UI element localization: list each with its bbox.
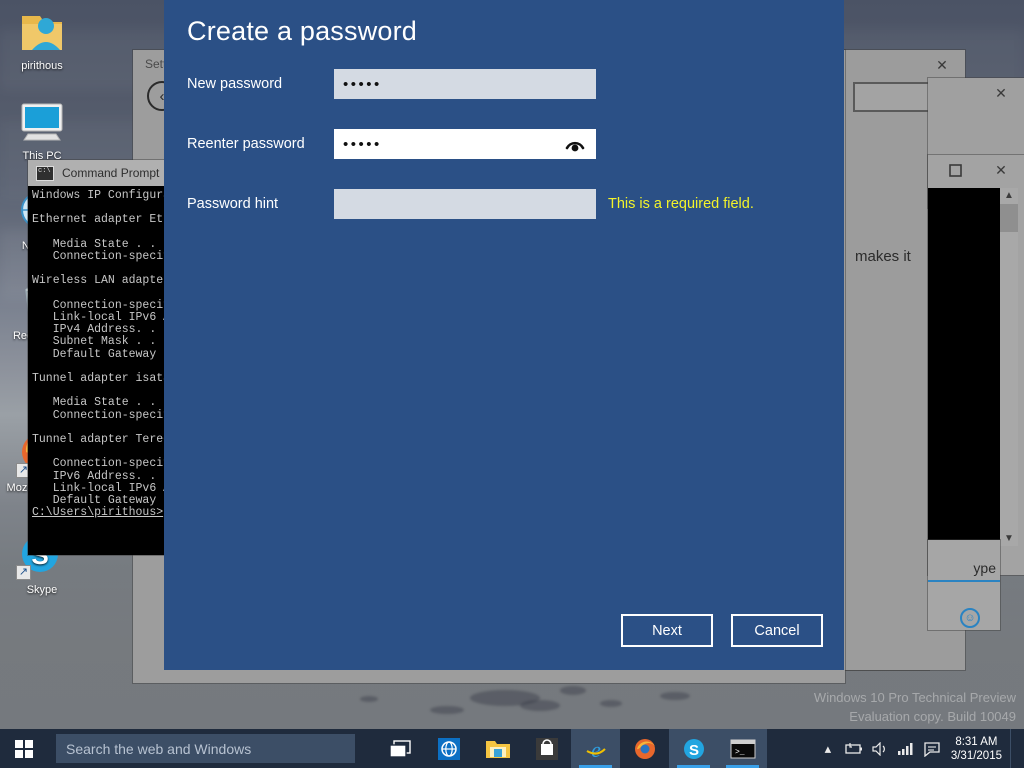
password-hint-field[interactable] [334, 189, 596, 219]
svg-text:>_: >_ [735, 748, 745, 757]
taskbar-clock[interactable]: 8:31 AM 3/31/2015 [945, 735, 1010, 763]
smiley-icon[interactable]: ☺ [960, 608, 980, 628]
scroll-down-icon[interactable]: ▼ [1004, 533, 1014, 546]
watermark-line-1: Windows 10 Pro Technical Preview [813, 690, 1016, 705]
battery-icon[interactable] [841, 729, 867, 768]
console-prompt: C:\Users\pirithous> [32, 506, 164, 520]
close-icon[interactable]: ✕ [978, 155, 1024, 185]
search-input[interactable]: Search the web and Windows [56, 734, 355, 763]
show-desktop-button[interactable] [1010, 729, 1018, 768]
next-button[interactable]: Next [621, 614, 713, 647]
evaluation-watermark: Windows 10 Pro Technical Preview Evaluat… [814, 688, 1016, 726]
new-password-field[interactable] [334, 69, 596, 99]
scroll-up-icon[interactable]: ▲ [1004, 188, 1014, 201]
field-row-reenter-password: Reenter password [187, 129, 827, 159]
desktop-icon-user-folder[interactable]: pirithous [4, 8, 80, 73]
vertical-scrollbar[interactable]: ▲ ▼ [1000, 188, 1018, 546]
cancel-button[interactable]: Cancel [731, 614, 823, 647]
speaker-icon[interactable] [867, 729, 893, 768]
desktop-icon-this-pc[interactable]: This PC [4, 98, 80, 163]
desktop-icon-label: Skype [26, 584, 58, 596]
field-row-password-hint: Password hint This is a required field. [187, 189, 827, 219]
notification-icon[interactable] [919, 729, 945, 768]
console-icon[interactable]: >_ [718, 729, 767, 768]
clock-time: 8:31 AM [955, 735, 998, 748]
file-explorer-icon[interactable] [473, 729, 522, 768]
background-window-skype[interactable]: ype ☺ [928, 540, 1000, 630]
password-hint-input[interactable] [343, 189, 596, 219]
page-title: Create a password [187, 16, 418, 46]
skype-icon[interactable]: S [669, 729, 718, 768]
svg-text:e: e [591, 737, 601, 761]
reenter-password-field[interactable] [334, 129, 596, 159]
close-icon[interactable]: ✕ [919, 50, 965, 80]
maximize-icon[interactable]: maximize-icon [873, 50, 919, 80]
reenter-password-input[interactable] [343, 129, 596, 159]
desktop-icon-label: pirithous [21, 60, 63, 72]
window-controls[interactable]: ✕ [978, 78, 1024, 108]
close-icon[interactable]: ✕ [978, 78, 1024, 108]
skype-tab-label[interactable]: ype [928, 560, 1000, 582]
search-placeholder: Search the web and Windows [66, 740, 252, 757]
background-window-text: makes it [855, 248, 911, 265]
new-password-input[interactable] [343, 69, 596, 99]
windows-start-icon[interactable] [0, 729, 48, 768]
password-hint-error: This is a required field. [608, 196, 754, 212]
edge-browser-icon[interactable] [424, 729, 473, 768]
svg-text:S: S [688, 742, 698, 759]
password-hint-label: Password hint [187, 196, 279, 212]
maximize-icon[interactable] [932, 155, 978, 185]
task-view-icon[interactable] [375, 729, 424, 768]
create-password-dialog: Create a password New password Reenter p… [164, 0, 844, 670]
reenter-password-label: Reenter password [187, 136, 305, 152]
taskbar-buttons: e S >_ [375, 729, 767, 768]
store-icon[interactable] [522, 729, 571, 768]
firefox-icon[interactable] [620, 729, 669, 768]
desktop-screen: pirithous This PC Network [0, 0, 1024, 768]
field-row-new-password: New password [187, 69, 827, 99]
new-password-label: New password [187, 76, 283, 92]
dialog-actions: Next Cancel [621, 614, 823, 647]
window-controls[interactable]: ✕ [932, 155, 1024, 185]
window-title: Command Prompt [62, 166, 160, 180]
chevron-up-icon[interactable]: ▴ [815, 729, 841, 768]
wifi-signal-icon[interactable] [893, 729, 919, 768]
window-controls[interactable]: maximize-icon ✕ [873, 50, 965, 80]
reveal-password-eye-icon[interactable] [564, 136, 586, 152]
scrollbar-thumb[interactable] [1000, 204, 1018, 232]
shortcut-overlay-icon: ↗ [16, 565, 31, 580]
internet-explorer-icon[interactable]: e [571, 729, 620, 768]
taskbar: Search the web and Windows e S >_ ▴ 8:31… [0, 729, 1024, 768]
clock-date: 3/31/2015 [950, 749, 1002, 762]
console-icon: c:\ [36, 165, 54, 181]
user-folder-icon [16, 8, 68, 56]
watermark-line-2: Evaluation copy. Build 10049 [849, 709, 1016, 724]
this-pc-icon [16, 98, 68, 146]
system-tray: ▴ 8:31 AM 3/31/2015 [815, 729, 1024, 768]
background-console-output [928, 188, 1000, 546]
